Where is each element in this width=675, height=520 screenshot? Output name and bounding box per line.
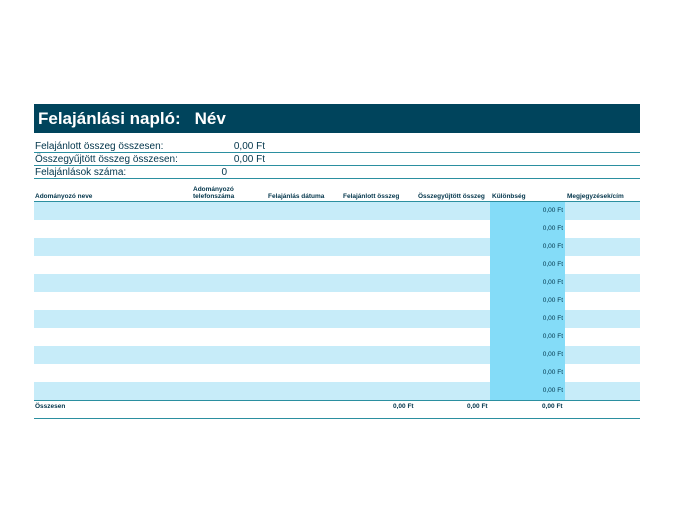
difference-cell[interactable]: 0,00 Ft [490, 328, 565, 346]
difference-cell[interactable]: 0,00 Ft [490, 274, 565, 292]
difference-cell[interactable]: 0,00 Ft [490, 346, 565, 364]
difference-cell[interactable]: 0,00 Ft [490, 202, 565, 220]
summary-label: Felajánlott összeg összesen: [35, 141, 164, 152]
header-offer-date[interactable]: Felajánlás dátuma [268, 193, 324, 200]
total-label: Összesen [35, 403, 66, 410]
table-row[interactable]: 0,00 Ft [34, 328, 640, 346]
table-row[interactable]: 0,00 Ft [34, 220, 640, 238]
title-banner: Felajánlási napló: Név [34, 104, 640, 133]
total-offered: 0,00 Ft [393, 403, 414, 410]
header-notes[interactable]: Megjegyzések/cím [567, 193, 624, 200]
total-difference: 0,00 Ft [542, 403, 563, 410]
summary-value: 0,00 Ft [233, 141, 265, 152]
header-donor-phone[interactable]: Adományozó telefonszáma [193, 186, 249, 200]
table-row[interactable]: 0,00 Ft [34, 364, 640, 382]
difference-cell[interactable]: 0,00 Ft [490, 220, 565, 238]
total-row: Összesen 0,00 Ft 0,00 Ft 0,00 Ft [34, 400, 640, 419]
difference-cell[interactable]: 0,00 Ft [490, 292, 565, 310]
table-row[interactable]: 0,00 Ft [34, 202, 640, 220]
difference-cell[interactable]: 0,00 Ft [490, 310, 565, 328]
difference-cell[interactable]: 0,00 Ft [490, 364, 565, 382]
difference-cell[interactable]: 0,00 Ft [490, 256, 565, 274]
header-collected-amount[interactable]: Összegyűjtött összeg [418, 193, 485, 200]
difference-cell[interactable]: 0,00 Ft [490, 238, 565, 256]
table-row[interactable]: 0,00 Ft [34, 346, 640, 364]
table-row[interactable]: 0,00 Ft [34, 274, 640, 292]
header-difference[interactable]: Különbség [492, 193, 526, 200]
summary-offer-count: Felajánlások száma: 0 [34, 166, 640, 179]
summary-label: Felajánlások száma: [35, 167, 127, 178]
difference-cell[interactable]: 0,00 Ft [490, 382, 565, 400]
summary-block: Felajánlott összeg összesen: 0,00 Ft Öss… [34, 140, 640, 179]
summary-value: 0 [221, 167, 227, 178]
name-field[interactable]: Név [195, 109, 226, 129]
table-row[interactable]: 0,00 Ft [34, 310, 640, 328]
log-title: Felajánlási napló: [38, 108, 181, 128]
header-offered-amount[interactable]: Felajánlott összeg [343, 193, 399, 200]
table-row[interactable]: 0,00 Ft [34, 292, 640, 310]
total-collected: 0,00 Ft [467, 403, 488, 410]
donation-log-sheet: Felajánlási napló: Név Felajánlott össze… [34, 104, 640, 419]
summary-collected-total: Összegyűjtött összeg összesen: 0,00 Ft [34, 153, 640, 166]
table-row[interactable]: 0,00 Ft [34, 256, 640, 274]
table-row[interactable]: 0,00 Ft [34, 238, 640, 256]
summary-label: Összegyűjtött összeg összesen: [35, 154, 178, 165]
table-header: Adományozó neve Adományozó telefonszáma … [34, 179, 640, 202]
table-body: 0,00 Ft 0,00 Ft 0,00 Ft 0,00 Ft 0,00 Ft … [34, 202, 640, 400]
summary-value: 0,00 Ft [233, 154, 265, 165]
header-donor-name[interactable]: Adományozó neve [35, 193, 92, 200]
table-row[interactable]: 0,00 Ft [34, 382, 640, 400]
summary-offered-total: Felajánlott összeg összesen: 0,00 Ft [34, 140, 640, 153]
